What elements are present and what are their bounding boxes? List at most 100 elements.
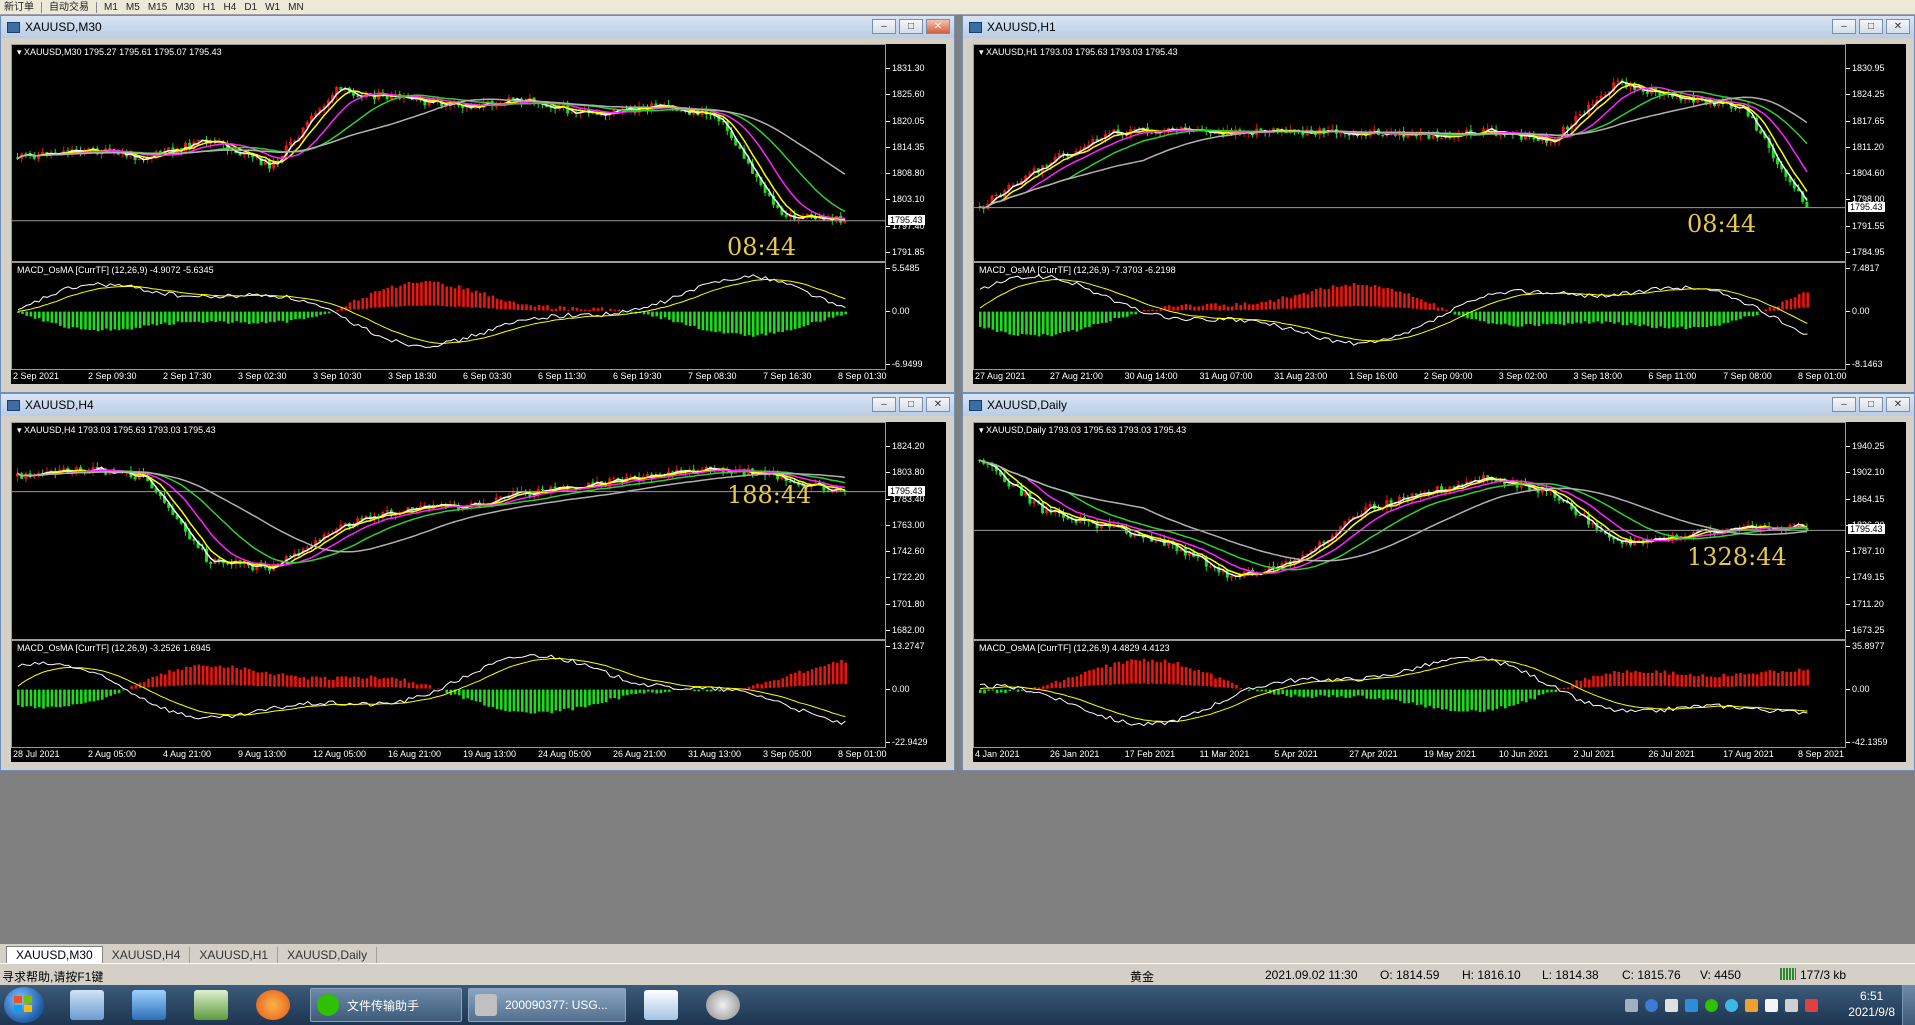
macd-osma-pane[interactable]: MACD_OsMA [CurrTF] (12,26,9) -3.2526 1.6…	[11, 640, 886, 748]
maximize-button[interactable]: □	[1859, 397, 1883, 412]
osma-histogram-bar	[369, 675, 373, 687]
desktop-quicklaunch-icon[interactable]	[132, 990, 166, 1020]
price-pane[interactable]: ▾ XAUUSD,H4 1793.03 1795.63 1793.03 1795…	[11, 422, 886, 640]
osma-histogram-bar	[1336, 287, 1339, 307]
osma-histogram-bar	[554, 308, 558, 311]
usb-icon[interactable]	[1665, 999, 1678, 1012]
osma-histogram-bar	[1285, 689, 1289, 696]
osma-histogram-bar	[626, 689, 629, 696]
price-pane[interactable]: ▾ XAUUSD,H1 1793.03 1795.63 1793.03 1795…	[973, 44, 1846, 262]
shield-icon[interactable]	[1685, 999, 1698, 1012]
osma-histogram-bar	[1037, 311, 1041, 337]
minimize-button[interactable]: –	[872, 19, 896, 34]
chart-area[interactable]: ▾ XAUUSD,M30 1795.27 1795.61 1795.07 179…	[11, 44, 946, 384]
osma-histogram-bar	[529, 305, 532, 311]
security-tray-icon[interactable]	[1745, 999, 1758, 1012]
flag-icon[interactable]	[1805, 999, 1818, 1012]
osma-histogram-bar	[445, 286, 448, 307]
minimize-button[interactable]: –	[872, 397, 896, 412]
network-tray-icon[interactable]	[1785, 999, 1798, 1012]
new-order-button[interactable]: 新订单	[0, 1, 38, 14]
osma-histogram-bar	[1172, 306, 1175, 311]
osma-histogram-bar	[336, 676, 339, 688]
qq-taskbar-icon[interactable]	[706, 990, 740, 1020]
taskbar-mt4-terminal[interactable]: 200090377: USG...	[468, 988, 626, 1022]
chart-area[interactable]: ▾ XAUUSD,H4 1793.03 1795.63 1793.03 1795…	[11, 422, 946, 762]
window-titlebar[interactable]: XAUUSD,Daily – □ ✕	[963, 394, 1914, 416]
price-pane[interactable]: ▾ XAUUSD,Daily 1793.03 1795.63 1793.03 1…	[973, 422, 1846, 640]
minimize-button[interactable]: –	[1832, 19, 1856, 34]
macd-osma-pane[interactable]: MACD_OsMA [CurrTF] (12,26,9) -7.3703 -6.…	[973, 262, 1846, 370]
osma-histogram-bar	[697, 311, 700, 329]
osma-histogram-bar	[1327, 689, 1331, 697]
help-icon[interactable]	[1645, 999, 1658, 1012]
osma-histogram-bar	[420, 282, 423, 306]
keyboard-icon[interactable]	[1625, 999, 1638, 1012]
show-desktop-button[interactable]	[1902, 985, 1915, 1025]
minimize-button[interactable]: –	[1832, 397, 1856, 412]
period-d1-button[interactable]: D1	[240, 1, 261, 14]
osma-histogram-bar	[760, 311, 763, 334]
price-pane[interactable]: ▾ XAUUSD,M30 1795.27 1795.61 1795.07 179…	[11, 44, 886, 262]
period-m5-button[interactable]: M5	[122, 1, 144, 14]
close-button[interactable]: ✕	[1886, 19, 1910, 34]
osma-histogram-bar	[1394, 291, 1398, 308]
period-mn-button[interactable]: MN	[284, 1, 308, 14]
start-button[interactable]	[4, 987, 44, 1023]
period-w1-button[interactable]: W1	[261, 1, 284, 14]
maximize-button[interactable]: □	[1859, 19, 1883, 34]
macd-osma-pane[interactable]: MACD_OsMA [CurrTF] (12,26,9) 4.4829 4.41…	[973, 640, 1846, 748]
osma-histogram-bar	[1613, 670, 1616, 686]
taskbar-wechat-file-transfer[interactable]: 文件传输助手	[310, 988, 462, 1022]
paint-taskbar-icon[interactable]	[644, 990, 678, 1020]
close-button[interactable]: ✕	[1886, 397, 1910, 412]
system-clock[interactable]: 6:51 2021/9/8	[1848, 988, 1895, 1020]
period-m30-button[interactable]: M30	[171, 1, 198, 14]
osma-histogram-bar	[1193, 670, 1196, 686]
maximize-button[interactable]: □	[899, 397, 923, 412]
close-button[interactable]: ✕	[926, 19, 950, 34]
chart-area[interactable]: ▾ XAUUSD,Daily 1793.03 1795.63 1793.03 1…	[973, 422, 1906, 762]
tab-xauusd-m30[interactable]: XAUUSD,M30	[6, 946, 103, 963]
period-h4-button[interactable]: H4	[220, 1, 241, 14]
tab-xauusd-daily[interactable]: XAUUSD,Daily	[278, 947, 378, 963]
osma-histogram-bar	[676, 311, 679, 323]
osma-histogram-bar	[1281, 689, 1284, 695]
tab-xauusd-h1[interactable]: XAUUSD,H1	[190, 947, 279, 963]
osma-histogram-bar	[1147, 661, 1150, 684]
moving-average-line	[979, 459, 1808, 578]
period-m15-button[interactable]: M15	[144, 1, 171, 14]
osma-histogram-bar	[231, 665, 234, 685]
osma-histogram-bar	[500, 299, 503, 310]
candle-body	[305, 547, 309, 549]
close-button[interactable]: ✕	[926, 397, 950, 412]
window-titlebar[interactable]: XAUUSD,H4 – □ ✕	[1, 394, 954, 416]
osma-histogram-bar	[1231, 682, 1234, 689]
wechat-tray-icon[interactable]	[1705, 999, 1718, 1012]
macd-osma-pane[interactable]: MACD_OsMA [CurrTF] (12,26,9) -4.9072 -5.…	[11, 262, 886, 370]
osma-histogram-bar	[1180, 304, 1184, 311]
explorer-quicklaunch-icon[interactable]	[70, 990, 104, 1020]
osma-histogram-bar	[693, 311, 696, 326]
osma-histogram-bar	[96, 311, 100, 332]
volume-icon[interactable]	[1765, 999, 1778, 1012]
qq-tray-icon[interactable]	[1725, 999, 1738, 1012]
network-quicklaunch-icon[interactable]	[194, 990, 228, 1020]
auto-trading-button[interactable]: 自动交易	[45, 1, 93, 14]
maximize-button[interactable]: □	[899, 19, 923, 34]
osma-histogram-bar	[987, 689, 990, 691]
osma-histogram-bar	[1109, 666, 1112, 686]
period-h1-button[interactable]: H1	[199, 1, 220, 14]
osma-histogram-bar	[416, 282, 419, 306]
window-titlebar[interactable]: XAUUSD,M30 – □ ✕	[1, 16, 954, 38]
tab-xauusd-h4[interactable]: XAUUSD,H4	[103, 947, 191, 963]
osma-histogram-bar	[647, 689, 650, 692]
osma-histogram-bar	[1529, 689, 1532, 699]
browser-quicklaunch-icon[interactable]	[256, 990, 290, 1020]
window-titlebar[interactable]: XAUUSD,H1 – □ ✕	[963, 16, 1914, 38]
period-m1-button[interactable]: M1	[100, 1, 122, 14]
time-tick-label: 19 May 2021	[1423, 749, 1476, 759]
chart-area[interactable]: ▾ XAUUSD,H1 1793.03 1795.63 1793.03 1795…	[973, 44, 1906, 384]
price-tick-label: 1814.35	[886, 141, 925, 152]
osma-histogram-bar	[1428, 689, 1431, 706]
